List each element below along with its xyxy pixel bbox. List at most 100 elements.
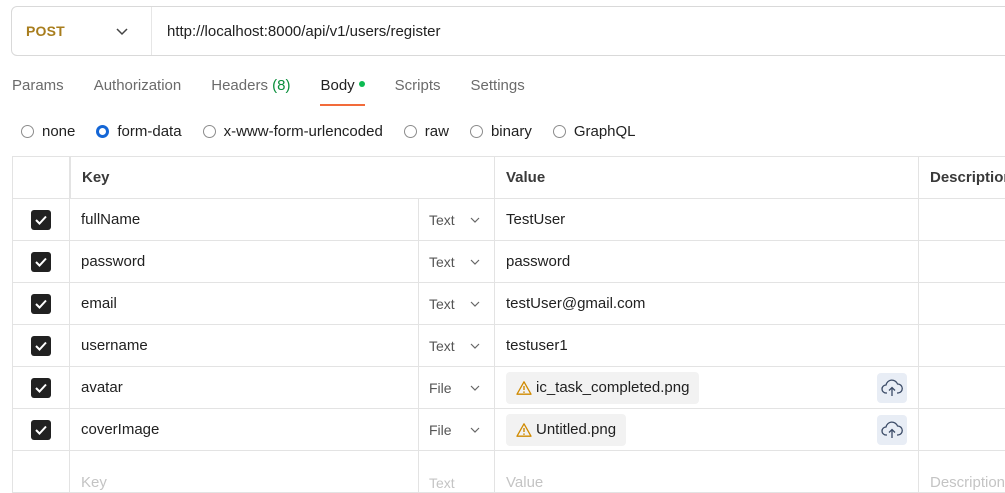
description-cell[interactable] — [918, 325, 1005, 366]
description-cell[interactable] — [918, 199, 1005, 240]
key-cell[interactable]: password — [70, 241, 418, 282]
type-label: Text — [429, 253, 455, 270]
type-selector[interactable]: Text — [418, 325, 494, 366]
value-cell[interactable]: password — [494, 241, 918, 282]
row-checkbox[interactable] — [31, 251, 51, 272]
file-chip[interactable]: ic_task_completed.png — [506, 371, 700, 404]
tab-scripts[interactable]: Scripts — [395, 76, 441, 106]
file-chip[interactable]: Untitled.png — [506, 413, 627, 446]
row-checkbox-cell — [13, 451, 70, 492]
description-cell[interactable] — [918, 409, 1005, 450]
chevron-down-icon — [470, 301, 480, 307]
tab-params[interactable]: Params — [12, 76, 64, 106]
headers-count: (8) — [272, 77, 291, 94]
chevron-down-icon — [470, 259, 480, 265]
table-row: fullName Text TestUser — [13, 199, 1005, 241]
row-checkbox[interactable] — [31, 377, 51, 398]
type-selector[interactable]: File — [418, 367, 494, 408]
type-label: Text — [429, 211, 455, 228]
chevron-down-icon — [470, 427, 480, 433]
tab-label: Authorization — [93, 77, 182, 94]
upload-button[interactable] — [877, 373, 907, 403]
request-url-bar: POST — [11, 6, 1005, 56]
table-row: password Text password — [13, 241, 1005, 283]
url-input[interactable] — [167, 22, 767, 40]
header-key: Key — [70, 157, 494, 198]
body-type-binary[interactable]: binary — [469, 122, 532, 140]
body-type-label: raw — [424, 122, 449, 140]
type-selector[interactable]: Text — [418, 241, 494, 282]
checkmark-icon — [35, 341, 47, 351]
table-row: avatar File ic_task_completed.png — [13, 367, 1005, 409]
row-checkbox-cell — [13, 367, 70, 408]
description-cell[interactable] — [918, 367, 1005, 408]
value-placeholder[interactable]: Value — [494, 451, 918, 492]
body-type-graphql[interactable]: GraphQL — [552, 122, 636, 140]
row-checkbox-cell — [13, 409, 70, 450]
description-cell[interactable] — [918, 283, 1005, 324]
warning-triangle-icon — [516, 380, 532, 395]
form-data-table: Key Value Description fullName Text Test… — [12, 156, 1005, 493]
type-label: File — [429, 379, 452, 396]
chevron-down-icon — [470, 343, 480, 349]
tab-authorization[interactable]: Authorization — [94, 76, 182, 106]
key-placeholder[interactable]: Key — [70, 451, 418, 492]
key-cell[interactable]: fullName — [70, 199, 418, 240]
row-checkbox-cell — [13, 199, 70, 240]
tab-label: Settings — [470, 77, 525, 94]
radio-icon — [202, 124, 216, 138]
row-checkbox-cell — [13, 283, 70, 324]
upload-button[interactable] — [877, 415, 907, 445]
key-cell[interactable]: coverImage — [70, 409, 418, 450]
row-checkbox[interactable] — [31, 335, 51, 356]
value-cell[interactable]: TestUser — [494, 199, 918, 240]
body-indicator-dot — [358, 81, 365, 88]
body-type-label: none — [42, 122, 76, 140]
description-placeholder-text: Description — [930, 474, 1005, 491]
row-checkbox[interactable] — [31, 419, 51, 440]
type-selector[interactable]: Text — [418, 451, 494, 492]
description-cell[interactable] — [918, 241, 1005, 282]
value-cell[interactable]: testuser1 — [494, 325, 918, 366]
chevron-down-icon — [470, 217, 480, 223]
type-selector[interactable]: Text — [418, 199, 494, 240]
checkmark-icon — [35, 299, 47, 309]
row-checkbox[interactable] — [31, 209, 51, 230]
request-tabs: Params Authorization Headers (8) Body Sc… — [12, 76, 555, 106]
type-selector[interactable]: File — [418, 409, 494, 450]
key-cell[interactable]: email — [70, 283, 418, 324]
tab-headers[interactable]: Headers (8) — [211, 76, 290, 106]
tab-label: Body — [320, 77, 355, 94]
key-cell[interactable]: username — [70, 325, 418, 366]
value-cell: ic_task_completed.png — [494, 367, 918, 408]
body-type-form-data[interactable]: form-data — [96, 123, 182, 140]
type-label: Text — [429, 295, 455, 312]
tab-label: Headers — [211, 77, 268, 94]
type-label: Text — [429, 337, 455, 354]
cloud-upload-icon — [881, 379, 903, 396]
description-placeholder[interactable]: Description — [918, 451, 1005, 492]
warning-triangle-icon — [516, 422, 532, 437]
value-cell[interactable]: testUser@gmail.com — [494, 283, 918, 324]
tab-label: Scripts — [394, 77, 441, 94]
type-selector[interactable]: Text — [418, 283, 494, 324]
row-checkbox[interactable] — [31, 293, 51, 314]
header-value: Value — [494, 157, 918, 198]
checkmark-icon — [35, 425, 47, 435]
body-type-none[interactable]: none — [21, 123, 75, 140]
tab-body[interactable]: Body — [320, 76, 365, 106]
table-row: coverImage File Untitled.png — [13, 409, 1005, 451]
body-type-label: binary — [490, 122, 532, 140]
body-type-urlencoded[interactable]: x-www-form-urlencoded — [202, 123, 383, 140]
chevron-down-icon — [116, 28, 128, 36]
table-header: Key Value Description — [13, 157, 1005, 199]
tab-settings[interactable]: Settings — [471, 76, 525, 106]
body-type-raw[interactable]: raw — [403, 122, 449, 140]
method-selector[interactable]: POST — [12, 7, 152, 55]
value-placeholder-text: Value — [506, 474, 544, 491]
file-name: ic_task_completed.png — [536, 379, 690, 396]
type-label: Text — [429, 474, 455, 491]
body-type-label: GraphQL — [573, 122, 636, 140]
checkmark-icon — [35, 383, 47, 393]
key-cell[interactable]: avatar — [70, 367, 418, 408]
